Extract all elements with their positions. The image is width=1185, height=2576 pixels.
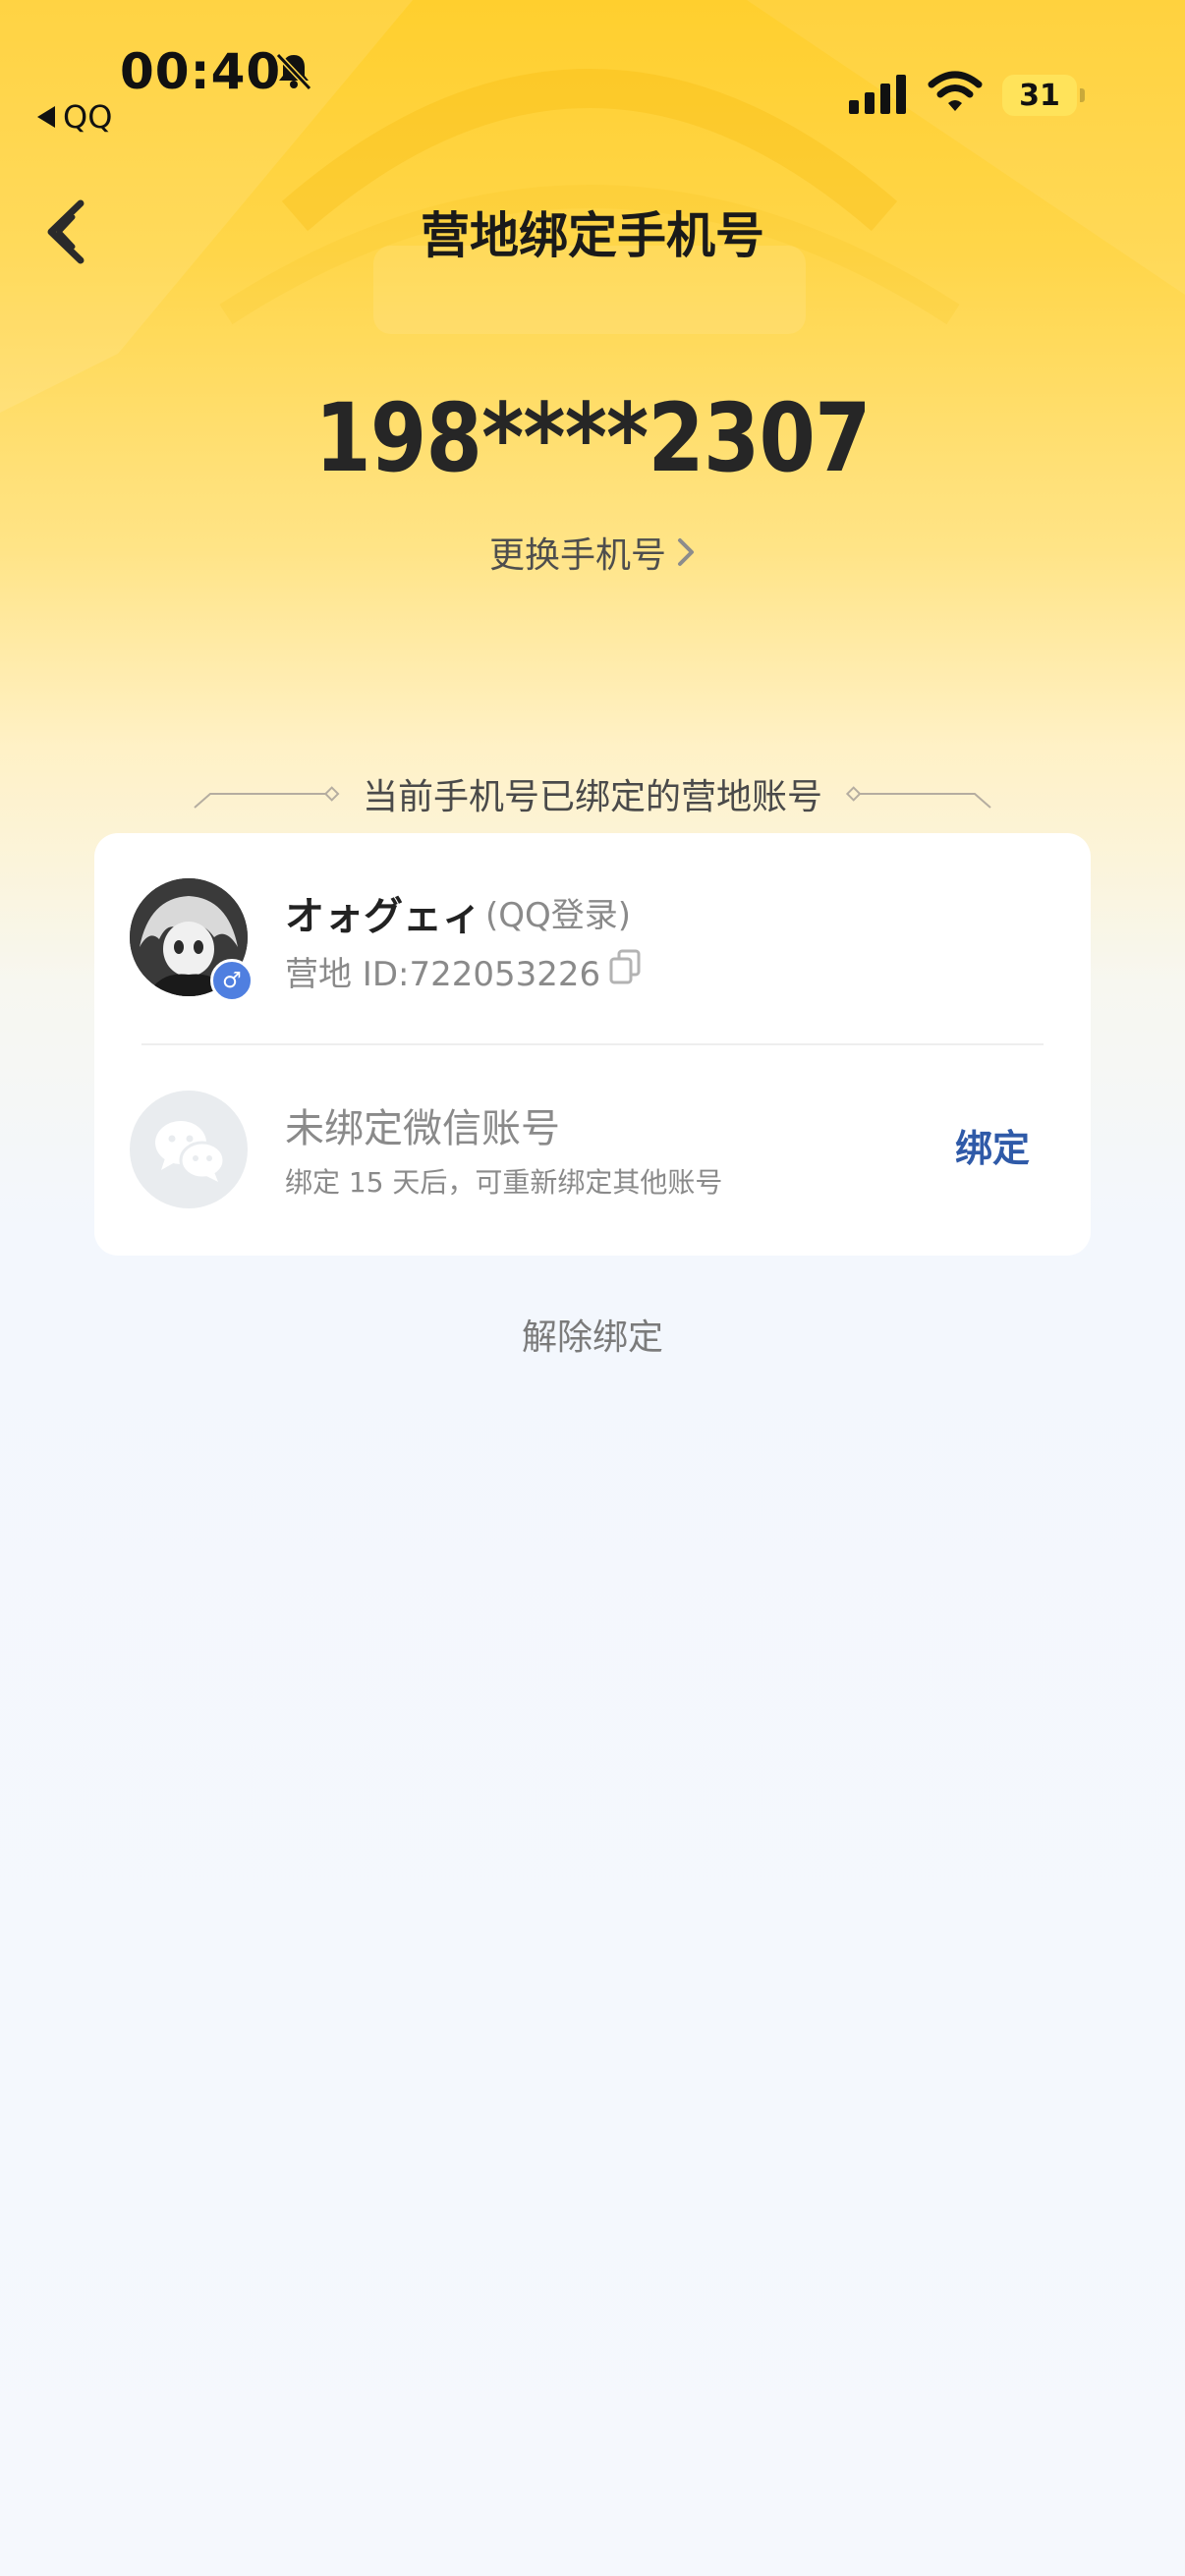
divider: [141, 1043, 1044, 1045]
wechat-unbound-subtitle: 绑定 15 天后，可重新绑定其他账号: [285, 1166, 723, 1199]
change-phone-link[interactable]: 更换手机号: [0, 527, 1185, 578]
gender-male-icon: ♂: [210, 959, 254, 1002]
wechat-unbound-title: 未绑定微信账号: [285, 1106, 560, 1151]
back-app-label: QQ: [63, 98, 113, 136]
bind-wechat-button[interactable]: 绑定: [955, 1118, 1030, 1172]
status-time: 00:40: [120, 43, 282, 100]
phone-number: 198****2307: [314, 383, 871, 493]
wifi-icon: [928, 71, 983, 111]
section-deco-right: [845, 786, 991, 809]
chevron-right-icon: [678, 538, 694, 566]
cellular-signal-icon: [849, 75, 906, 114]
account-name: オォグェィ: [285, 894, 481, 939]
section-title: 当前手机号已绑定的营地账号: [362, 777, 822, 817]
change-phone-label: 更换手机号: [488, 535, 666, 576]
unbind-button[interactable]: 解除绑定: [0, 1309, 1185, 1360]
back-to-app-link[interactable]: QQ: [37, 98, 112, 136]
back-triangle-icon: [37, 106, 55, 128]
login-type-label: (QQ登录): [485, 896, 632, 935]
wechat-avatar: [130, 1091, 248, 1208]
wechat-icon: [155, 1121, 226, 1182]
bound-accounts-card: ♂ オォグェィ (QQ登录) 营地 ID:722053226 未绑定微信账号 绑…: [94, 833, 1091, 1256]
page-title: 营地绑定手机号: [421, 207, 764, 264]
bell-muted-icon: [275, 52, 312, 91]
battery-tip: [1080, 88, 1085, 102]
battery-indicator: 31: [1002, 75, 1077, 116]
account-id: 营地 ID:722053226: [285, 955, 601, 994]
copy-icon[interactable]: [609, 949, 641, 984]
